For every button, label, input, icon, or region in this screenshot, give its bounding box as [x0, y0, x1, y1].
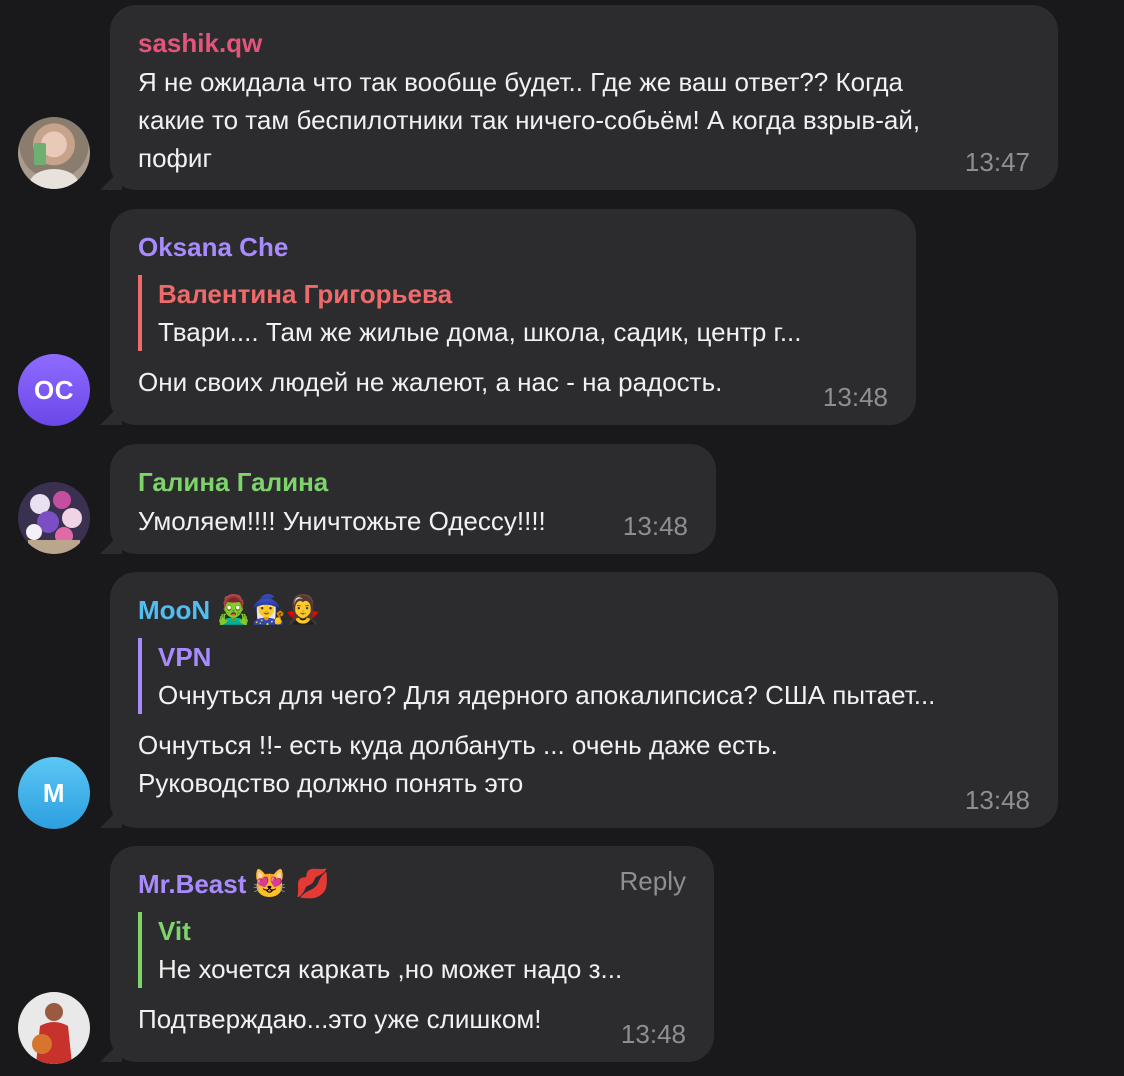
message-time: 13:48	[822, 382, 888, 412]
quoted-reply[interactable]: VPN Очнуться для чего? Для ядерного апок…	[138, 638, 1030, 714]
message-text: Подтверждаю...это уже слишком!	[138, 1004, 542, 1034]
quote-author: VPN	[158, 642, 212, 672]
sender-name[interactable]: Галина Галина	[138, 466, 688, 498]
quote-author: Валентина Григорьева	[158, 279, 453, 309]
avatar-initials: M	[42, 777, 66, 808]
sender-name-text: Mr.Beast	[138, 869, 247, 899]
avatar-photo	[30, 143, 78, 189]
avatar-initials: OC	[34, 374, 74, 405]
avatar[interactable]	[18, 992, 90, 1064]
avatar[interactable]	[18, 482, 90, 554]
quote-text: Очнуться для чего? Для ядерного апокалип…	[158, 680, 936, 710]
reply-button[interactable]: Reply	[620, 866, 686, 897]
quote-author: Vit	[158, 916, 191, 946]
message-text: Они своих людей не жалеют, а нас - на ра…	[138, 367, 723, 397]
avatar-photo	[26, 491, 82, 554]
message-bubble[interactable]: Галина Галина Умоляем!!!! Уничтожьте Оде…	[110, 444, 716, 554]
message-bubble[interactable]: Mr.Beast 😻 💋 Reply Vit Не хочется каркать…	[110, 846, 714, 1062]
sender-name-text: MooN	[138, 595, 211, 625]
message-text: Умоляем!!!! Уничтожьте Одессу!!!!	[138, 506, 546, 536]
message-time: 13:48	[964, 785, 1030, 815]
message-text: Очнуться !!- есть куда долбануть ... оче…	[138, 730, 778, 798]
quoted-reply[interactable]: Валентина Григорьева Твари.... Там же жи…	[138, 275, 888, 351]
sender-name[interactable]: MooN 🧟‍♂️🧙‍♀️🧛‍♀️	[138, 594, 1030, 626]
message-bubble[interactable]: Oksana Che Валентина Григорьева Твари...…	[110, 209, 916, 425]
sender-emoji: 🧟‍♂️🧙‍♀️🧛‍♀️	[216, 594, 321, 625]
quoted-reply[interactable]: Vit Не хочется каркать ,но может надо з.…	[138, 912, 686, 988]
sender-name[interactable]: sashik.qw	[138, 27, 1030, 59]
quote-text: Твари.... Там же жилые дома, школа, сади…	[158, 317, 802, 347]
sender-name[interactable]: Mr.Beast 😻 💋	[138, 868, 686, 900]
sender-emoji: 😻 💋	[252, 868, 330, 899]
avatar[interactable]: M	[18, 757, 90, 829]
message-bubble[interactable]: sashik.qw Я не ожидала что так вообще бу…	[110, 5, 1058, 190]
avatar[interactable]	[18, 117, 90, 189]
message-time: 13:47	[964, 147, 1030, 177]
sender-name[interactable]: Oksana Che	[138, 231, 888, 263]
message-bubble[interactable]: MooN 🧟‍♂️🧙‍♀️🧛‍♀️ VPN Очнуться для чего? …	[110, 572, 1058, 828]
quote-text: Не хочется каркать ,но может надо з...	[158, 954, 623, 984]
avatar-photo	[32, 1003, 72, 1064]
message-text: Я не ожидала что так вообще будет.. Где …	[138, 67, 921, 173]
message-time: 13:48	[622, 511, 688, 541]
message-time: 13:48	[620, 1019, 686, 1049]
avatar[interactable]: OC	[18, 354, 90, 426]
